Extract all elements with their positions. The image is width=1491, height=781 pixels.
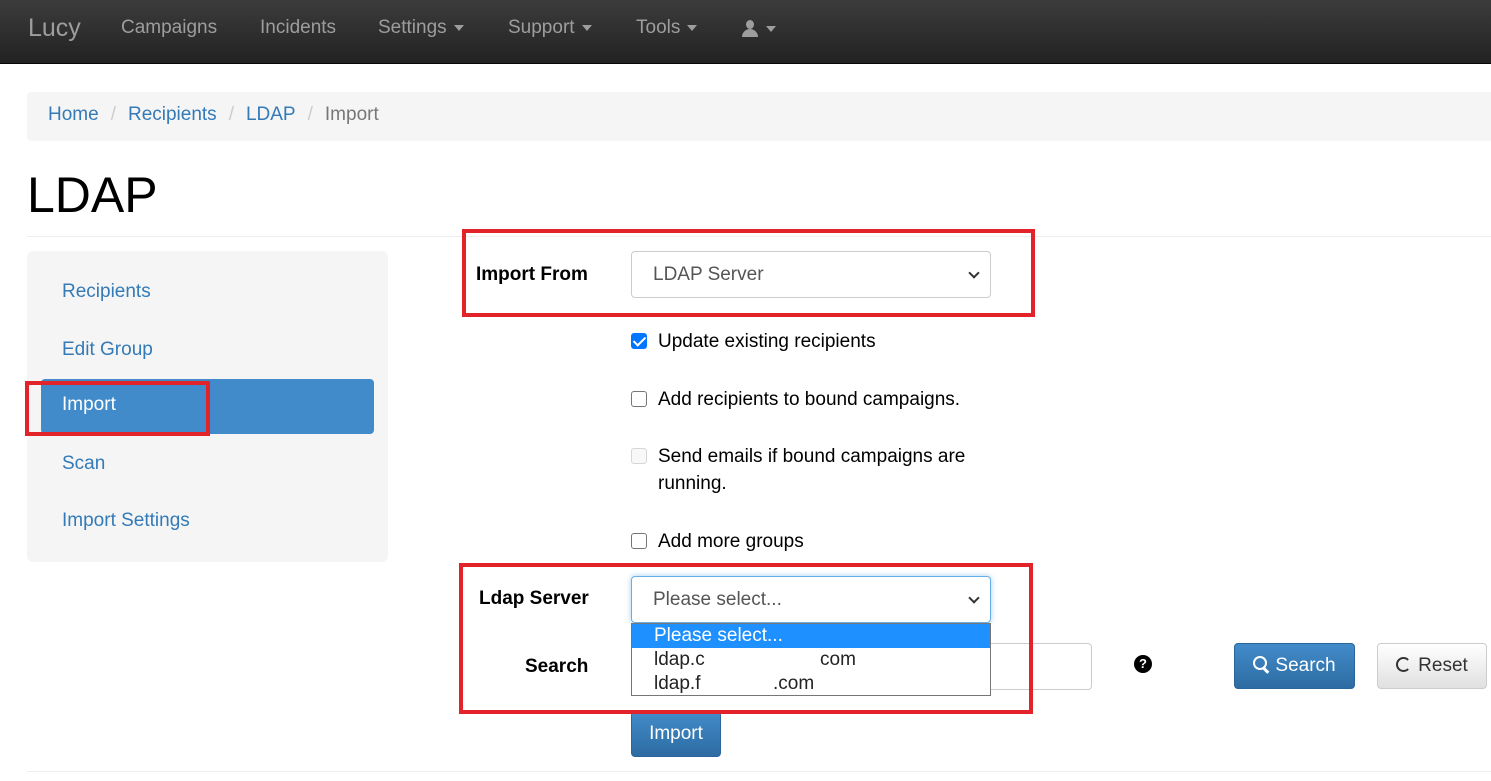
refresh-icon bbox=[1396, 657, 1412, 672]
caret-down-icon bbox=[581, 24, 592, 31]
user-icon bbox=[741, 19, 759, 38]
breadcrumb-separator: / bbox=[307, 104, 313, 125]
nav-tools-label: Tools bbox=[636, 17, 681, 38]
nav-support-label: Support bbox=[508, 17, 575, 38]
sidebar-item-recipients[interactable]: Recipients bbox=[62, 281, 151, 303]
nav-user-dropdown[interactable] bbox=[741, 18, 776, 40]
breadcrumb-separator: / bbox=[110, 104, 116, 125]
breadcrumb-home[interactable]: Home bbox=[48, 104, 99, 125]
add-to-bound-campaigns-checkbox[interactable] bbox=[631, 391, 647, 407]
add-more-groups-checkbox[interactable] bbox=[631, 533, 647, 549]
sidebar-item-edit-group[interactable]: Edit Group bbox=[62, 339, 153, 361]
breadcrumb: Home / Recipients / LDAP / Import bbox=[27, 92, 1491, 141]
send-emails-label: Send emails if bound campaigns are runni… bbox=[658, 446, 966, 494]
divider bbox=[27, 771, 1491, 772]
update-existing-label: Update existing recipients bbox=[658, 331, 876, 352]
send-emails-checkbox bbox=[631, 448, 647, 464]
nav-incidents[interactable]: Incidents bbox=[260, 17, 336, 39]
caret-down-icon bbox=[766, 25, 776, 32]
page-title: LDAP bbox=[27, 167, 158, 223]
reset-button-label: Reset bbox=[1418, 655, 1468, 676]
breadcrumb-ldap[interactable]: LDAP bbox=[246, 104, 296, 125]
highlight-box-sidebar-import bbox=[25, 381, 210, 436]
question-icon[interactable]: ? bbox=[1134, 655, 1152, 673]
nav-settings-label: Settings bbox=[378, 17, 447, 38]
nav-settings-dropdown[interactable]: Settings bbox=[378, 17, 464, 39]
highlight-box-ldap-server bbox=[459, 563, 1033, 714]
highlight-box-import-from bbox=[462, 229, 1035, 317]
import-button[interactable]: Import bbox=[631, 711, 721, 757]
sidebar-item-import-settings[interactable]: Import Settings bbox=[62, 510, 190, 532]
reset-button[interactable]: Reset bbox=[1377, 643, 1487, 689]
nav-tools-dropdown[interactable]: Tools bbox=[636, 17, 698, 39]
sidebar-item-scan[interactable]: Scan bbox=[62, 453, 105, 475]
breadcrumb-separator: / bbox=[228, 104, 234, 125]
search-button-label: Search bbox=[1275, 655, 1336, 676]
caret-down-icon bbox=[453, 24, 464, 31]
brand-logo[interactable]: Lucy bbox=[28, 14, 81, 43]
breadcrumb-recipients[interactable]: Recipients bbox=[128, 104, 217, 125]
add-more-groups-label: Add more groups bbox=[658, 531, 804, 552]
search-icon bbox=[1253, 656, 1270, 673]
search-button[interactable]: Search bbox=[1234, 643, 1355, 689]
nav-campaigns[interactable]: Campaigns bbox=[121, 17, 217, 39]
update-existing-checkbox[interactable] bbox=[631, 333, 647, 349]
add-to-bound-campaigns-label: Add recipients to bound campaigns. bbox=[658, 389, 961, 410]
caret-down-icon bbox=[687, 24, 698, 31]
breadcrumb-current: Import bbox=[324, 104, 379, 125]
nav-support-dropdown[interactable]: Support bbox=[508, 17, 592, 39]
